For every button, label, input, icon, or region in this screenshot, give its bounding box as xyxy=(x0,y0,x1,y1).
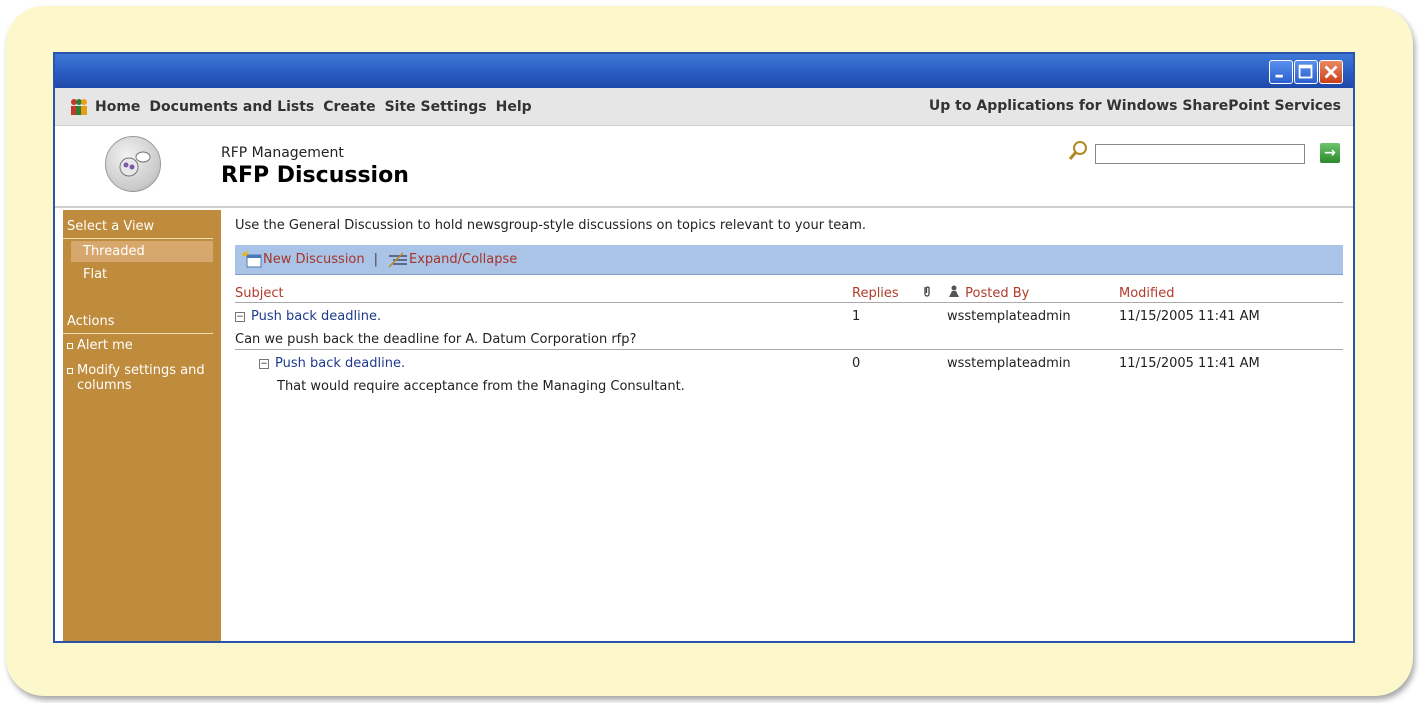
col-attachment[interactable] xyxy=(922,283,947,303)
list-toolbar: New Discussion | Expand/Collapse xyxy=(235,245,1343,275)
col-modified[interactable]: Modified xyxy=(1119,283,1343,303)
row-modified: 11/15/2005 11:41 AM xyxy=(1119,309,1260,324)
discussion-logo-icon xyxy=(105,136,161,192)
new-discussion-icon xyxy=(241,250,262,267)
maximize-button[interactable] xyxy=(1294,60,1318,84)
list-description: Use the General Discussion to hold newsg… xyxy=(235,218,867,233)
views-section: Select a View Threaded Flat xyxy=(63,210,221,285)
title-bar xyxy=(55,54,1353,88)
search-icon xyxy=(1068,141,1087,160)
actions-heading: Actions xyxy=(63,312,213,334)
col-posted-by[interactable]: Posted By xyxy=(947,283,1119,303)
view-threaded[interactable]: Threaded xyxy=(71,241,213,262)
page-header: RFP Management RFP Discussion → xyxy=(55,126,1353,208)
close-button[interactable] xyxy=(1319,60,1343,84)
nav-site-settings[interactable]: Site Settings xyxy=(385,99,487,115)
browser-window: Home Documents and Lists Create Site Set… xyxy=(53,52,1355,643)
expand-collapse-button[interactable]: Expand/Collapse xyxy=(409,252,517,267)
attachment-icon xyxy=(924,286,930,297)
search-input[interactable] xyxy=(1095,144,1305,164)
nav-home[interactable]: Home xyxy=(95,99,140,115)
row-body: That would require acceptance from the M… xyxy=(277,379,685,394)
action-modify-settings-label: Modify settings and columns xyxy=(77,363,205,393)
window-controls xyxy=(1269,60,1343,84)
nav-create[interactable]: Create xyxy=(323,99,375,115)
action-modify-settings[interactable]: Modify settings and columns xyxy=(63,359,221,393)
row-posted-by[interactable]: wsstemplateadmin xyxy=(947,303,1119,327)
col-posted-by-label: Posted By xyxy=(965,286,1030,301)
collapse-icon[interactable]: − xyxy=(259,358,269,369)
person-icon xyxy=(949,285,959,297)
maximize-icon xyxy=(1298,64,1313,79)
page-title: RFP Discussion xyxy=(221,163,409,188)
views-heading: Select a View xyxy=(63,217,213,239)
nav-documents-and-lists[interactable]: Documents and Lists xyxy=(149,99,314,115)
bullet-icon xyxy=(67,343,73,349)
search-go-button[interactable]: → xyxy=(1320,143,1340,163)
row-subject-cell: − Push back deadline. xyxy=(235,303,852,327)
new-discussion-button[interactable]: New Discussion xyxy=(263,252,365,267)
row-subject[interactable]: Push back deadline. xyxy=(251,309,381,324)
row-body: Can we push back the deadline for A. Dat… xyxy=(235,326,1343,350)
bullet-icon xyxy=(67,368,73,374)
nav-up-link[interactable]: Up to Applications for Windows SharePoin… xyxy=(929,98,1341,114)
minimize-icon xyxy=(1275,74,1283,78)
collapse-icon[interactable]: − xyxy=(235,311,245,322)
discussion-bubbles-icon xyxy=(119,151,151,177)
actions-section: Actions Alert me Modify settings and col… xyxy=(63,305,221,393)
top-nav-links: Home Documents and Lists Create Site Set… xyxy=(69,98,541,116)
table-row-body: Can we push back the deadline for A. Dat… xyxy=(235,326,1343,350)
people-icon xyxy=(71,99,87,115)
action-alert-me-label: Alert me xyxy=(77,338,133,353)
row-subject[interactable]: Push back deadline. xyxy=(275,356,405,371)
row-replies: 1 xyxy=(852,309,861,324)
toolbar-separator: | xyxy=(373,252,379,267)
site-subtitle[interactable]: RFP Management xyxy=(221,145,344,161)
discussion-table: Subject Replies Posted By Modified − Pus… xyxy=(235,283,1343,396)
close-icon xyxy=(1324,65,1338,79)
minimize-button[interactable] xyxy=(1269,60,1293,84)
col-subject[interactable]: Subject xyxy=(235,283,852,303)
col-replies[interactable]: Replies xyxy=(852,283,922,303)
row-attachment xyxy=(922,350,947,374)
table-header-row: Subject Replies Posted By Modified xyxy=(235,283,1343,303)
view-flat[interactable]: Flat xyxy=(71,264,213,285)
action-alert-me[interactable]: Alert me xyxy=(63,334,221,353)
left-sidebar: Select a View Threaded Flat Actions Aler… xyxy=(63,210,221,641)
table-row: − Push back deadline. 1 wsstemplateadmin… xyxy=(235,303,1343,327)
nav-help[interactable]: Help xyxy=(496,99,532,115)
row-attachment xyxy=(922,303,947,327)
table-row-body: That would require acceptance from the M… xyxy=(235,373,1343,396)
row-modified: 11/15/2005 11:41 AM xyxy=(1119,356,1260,371)
expand-collapse-icon xyxy=(388,251,408,268)
main-content: Use the General Discussion to hold newsg… xyxy=(235,218,1343,396)
table-row: − Push back deadline. 0 wsstemplateadmin… xyxy=(235,350,1343,374)
row-posted-by[interactable]: wsstemplateadmin xyxy=(947,350,1119,374)
row-replies: 0 xyxy=(852,356,861,371)
row-subject-cell: − Push back deadline. xyxy=(235,350,852,374)
top-navigation: Home Documents and Lists Create Site Set… xyxy=(55,88,1353,126)
